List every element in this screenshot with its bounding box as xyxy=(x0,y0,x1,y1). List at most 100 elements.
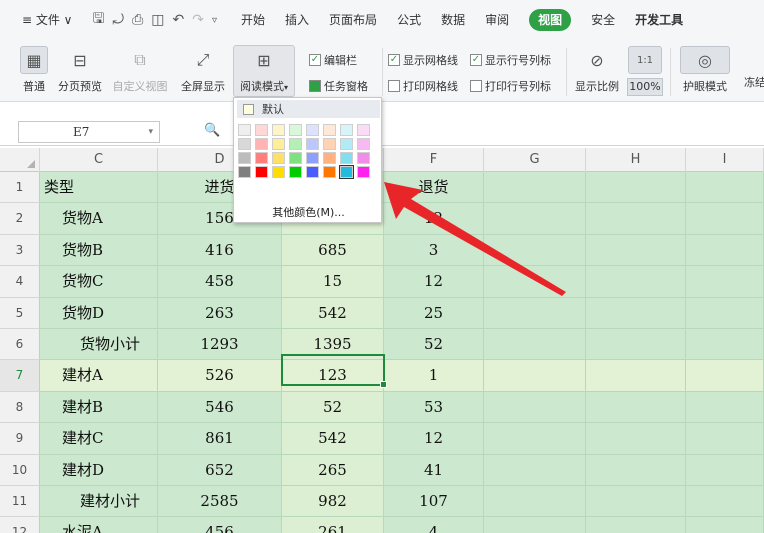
column-header-i[interactable]: I xyxy=(686,148,764,172)
table-cell[interactable]: 3 xyxy=(384,234,484,267)
tab-view[interactable]: 视图 xyxy=(529,9,572,31)
color-swatch[interactable] xyxy=(323,152,336,164)
color-swatch[interactable] xyxy=(255,152,268,164)
color-swatch[interactable] xyxy=(289,138,302,150)
table-cell[interactable]: 建材B xyxy=(40,391,158,424)
table-cell[interactable] xyxy=(484,234,586,267)
color-swatch[interactable] xyxy=(272,166,285,178)
table-cell[interactable] xyxy=(484,423,586,455)
table-cell[interactable]: 2585 xyxy=(158,486,282,518)
edit-bar-checkbox[interactable]: ✓ 编辑栏 xyxy=(309,52,357,68)
table-cell[interactable] xyxy=(484,203,586,235)
table-cell[interactable]: 261 xyxy=(282,517,384,533)
table-cell[interactable] xyxy=(586,454,686,486)
table-cell[interactable] xyxy=(484,360,586,392)
row-header[interactable]: 8 xyxy=(0,391,40,424)
table-cell[interactable]: 1 xyxy=(384,360,484,392)
table-cell[interactable] xyxy=(686,423,764,455)
table-cell[interactable]: 982 xyxy=(282,486,384,518)
table-cell[interactable] xyxy=(484,486,586,518)
color-swatch[interactable] xyxy=(255,166,268,178)
table-cell[interactable] xyxy=(484,172,586,204)
tab-page-layout[interactable]: 页面布局 xyxy=(329,0,377,40)
row-header[interactable]: 1 xyxy=(0,172,40,204)
full-screen-button[interactable]: ⤢ 全屏显示 xyxy=(178,46,228,94)
table-cell[interactable] xyxy=(686,391,764,424)
table-cell[interactable] xyxy=(586,266,686,298)
print-icon[interactable]: ⎙ xyxy=(132,12,143,28)
table-cell[interactable] xyxy=(484,329,586,361)
select-all-corner[interactable] xyxy=(0,148,40,172)
table-cell[interactable]: 416 xyxy=(158,234,282,267)
table-cell[interactable] xyxy=(686,172,764,204)
table-cell[interactable]: 1293 xyxy=(158,329,282,361)
table-cell[interactable]: 12 xyxy=(384,203,484,235)
reading-mode-button[interactable]: ⊞ 阅读模式▾ xyxy=(233,45,295,97)
color-swatch[interactable] xyxy=(357,124,370,136)
table-cell[interactable] xyxy=(586,360,686,392)
table-cell[interactable]: 建材C xyxy=(40,423,158,455)
color-swatch[interactable] xyxy=(255,124,268,136)
name-box[interactable]: E7 ▾ xyxy=(18,121,160,143)
table-cell[interactable]: 685 xyxy=(282,234,384,267)
undo-icon[interactable]: ↶ xyxy=(173,12,185,28)
save-icon[interactable]: 🖫 xyxy=(92,8,104,32)
name-box-dropdown-icon[interactable]: ▾ xyxy=(148,122,153,142)
tab-home[interactable]: 开始 xyxy=(241,0,265,40)
table-cell[interactable]: 建材D xyxy=(40,454,158,486)
zoom-100-button[interactable]: 1:1 xyxy=(628,46,662,74)
table-cell[interactable]: 建材A xyxy=(40,360,158,392)
color-swatch[interactable] xyxy=(340,152,353,164)
row-header[interactable]: 5 xyxy=(0,297,40,329)
table-cell[interactable]: 652 xyxy=(158,454,282,486)
table-cell[interactable] xyxy=(586,172,686,204)
table-cell[interactable]: 123 xyxy=(282,360,384,392)
table-cell[interactable]: 265 xyxy=(282,454,384,486)
table-cell[interactable]: 货物C xyxy=(40,266,158,298)
table-cell[interactable] xyxy=(484,517,586,533)
print-preview-icon[interactable]: ◫ xyxy=(151,12,164,28)
table-cell[interactable]: 货物A xyxy=(40,203,158,235)
table-cell[interactable]: 456 xyxy=(158,517,282,533)
color-swatch[interactable] xyxy=(323,138,336,150)
table-cell[interactable] xyxy=(586,391,686,424)
color-swatch[interactable] xyxy=(357,138,370,150)
more-colors-option[interactable]: 其他颜色(M)... xyxy=(234,204,383,220)
table-cell[interactable]: 15 xyxy=(282,266,384,298)
table-cell[interactable]: 861 xyxy=(158,423,282,455)
row-header[interactable]: 3 xyxy=(0,234,40,267)
row-header[interactable]: 7 xyxy=(0,360,40,392)
color-swatch[interactable] xyxy=(323,124,336,136)
table-cell[interactable]: 52 xyxy=(282,391,384,424)
color-swatch[interactable] xyxy=(357,166,370,178)
row-header[interactable]: 6 xyxy=(0,329,40,361)
color-swatch[interactable] xyxy=(238,124,251,136)
color-swatch[interactable] xyxy=(306,138,319,150)
color-swatch[interactable] xyxy=(306,152,319,164)
color-swatch[interactable] xyxy=(306,166,319,178)
color-swatch[interactable] xyxy=(255,138,268,150)
color-swatch[interactable] xyxy=(339,165,354,179)
table-cell[interactable]: 退货 xyxy=(384,172,484,204)
table-cell[interactable] xyxy=(686,486,764,518)
table-cell[interactable]: 货物D xyxy=(40,297,158,329)
table-cell[interactable] xyxy=(586,423,686,455)
file-menu[interactable]: ≡ 文件 ∨ xyxy=(22,0,72,40)
tab-security[interactable]: 安全 xyxy=(591,0,615,40)
color-swatch[interactable] xyxy=(272,124,285,136)
tab-formulas[interactable]: 公式 xyxy=(397,0,421,40)
tab-review[interactable]: 审阅 xyxy=(485,0,509,40)
row-header[interactable]: 11 xyxy=(0,486,40,518)
table-cell[interactable] xyxy=(586,234,686,267)
show-headers-checkbox[interactable]: ✓ 显示行号列标 xyxy=(470,52,551,68)
table-cell[interactable] xyxy=(586,203,686,235)
color-swatch[interactable] xyxy=(289,152,302,164)
table-cell[interactable]: 1395 xyxy=(282,329,384,361)
color-swatch[interactable] xyxy=(238,138,251,150)
table-cell[interactable] xyxy=(586,486,686,518)
table-cell[interactable]: 542 xyxy=(282,423,384,455)
table-cell[interactable]: 52 xyxy=(384,329,484,361)
column-header-h[interactable]: H xyxy=(586,148,686,172)
column-header-g[interactable]: G xyxy=(484,148,586,172)
show-gridlines-checkbox[interactable]: ✓ 显示网格线 xyxy=(388,52,458,68)
